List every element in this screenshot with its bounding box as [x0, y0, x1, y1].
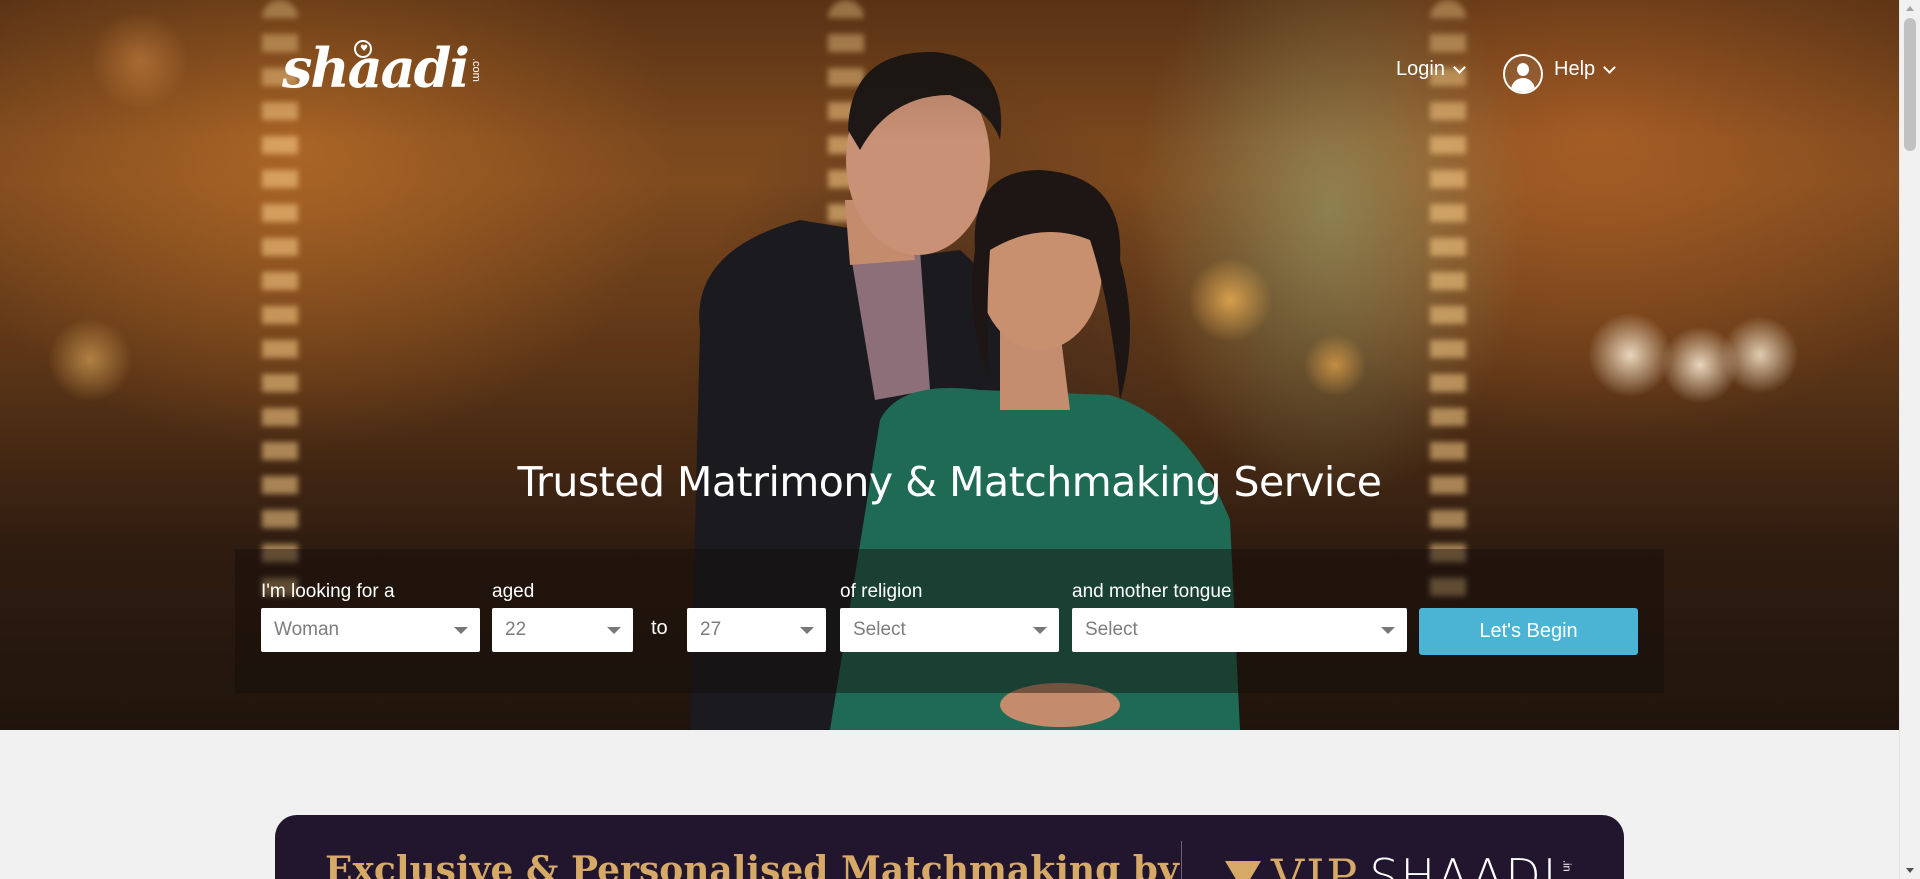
vip-logo-shaadi: SHAADI	[1369, 849, 1559, 879]
looking-for-select[interactable]: Woman	[261, 608, 480, 652]
religion-label: of religion	[840, 581, 923, 602]
logo-suffix: .com	[469, 58, 482, 82]
heart-icon: ♥	[354, 40, 372, 58]
age-from-select[interactable]: 22	[492, 608, 633, 652]
age-to-select[interactable]: 27	[687, 608, 826, 652]
to-label: to	[651, 617, 668, 639]
religion-select[interactable]: Select	[840, 608, 1059, 652]
mother-tongue-value: Select	[1085, 619, 1138, 640]
caret-down-icon	[800, 627, 814, 634]
looking-for-label: I'm looking for a	[261, 581, 395, 602]
aged-label: aged	[492, 581, 535, 602]
shaadi-logo[interactable]: shaadi ♥ .com	[282, 36, 482, 100]
vip-logo-vip: VIP	[1271, 849, 1360, 879]
caret-down-icon	[454, 627, 468, 634]
login-label: Login	[1396, 58, 1445, 80]
vip-shaadi-banner[interactable]: Exclusive & Personalised Matchmaking by …	[275, 815, 1624, 879]
chevron-down-icon	[1603, 61, 1617, 74]
page-scrollbar[interactable]	[1899, 0, 1920, 879]
hero-headline: Trusted Matrimony & Matchmaking Service	[517, 458, 1382, 506]
lets-begin-button[interactable]: Let's Begin	[1419, 608, 1638, 655]
help-menu[interactable]: Help	[1554, 58, 1617, 81]
mother-tongue-select[interactable]: Select	[1072, 608, 1407, 652]
caret-down-icon	[607, 627, 621, 634]
religion-value: Select	[853, 619, 906, 640]
caret-down-icon	[1033, 627, 1047, 634]
scrollbar-thumb[interactable]	[1904, 18, 1916, 151]
caret-down-icon	[1381, 627, 1395, 634]
logo-text: shaadi	[282, 36, 470, 100]
vip-logo-suffix: .in	[1560, 860, 1573, 872]
vip-diamond-icon	[1225, 861, 1261, 879]
age-to-value: 27	[700, 619, 722, 640]
age-from-value: 22	[505, 619, 527, 640]
login-menu[interactable]: Login	[1396, 58, 1466, 81]
help-label: Help	[1554, 58, 1596, 80]
vip-shaadi-logo: VIP SHAADI .in	[1225, 849, 1572, 879]
mother-tongue-label: and mother tongue	[1072, 581, 1232, 602]
vip-banner-text: Exclusive & Personalised Matchmaking by	[325, 849, 1179, 879]
scroll-up-icon[interactable]	[1906, 6, 1914, 11]
chevron-down-icon	[1453, 61, 1466, 74]
user-avatar-icon[interactable]	[1503, 54, 1543, 94]
looking-for-value: Woman	[274, 619, 340, 640]
scroll-down-icon[interactable]	[1906, 868, 1914, 873]
vip-divider	[1181, 841, 1182, 879]
